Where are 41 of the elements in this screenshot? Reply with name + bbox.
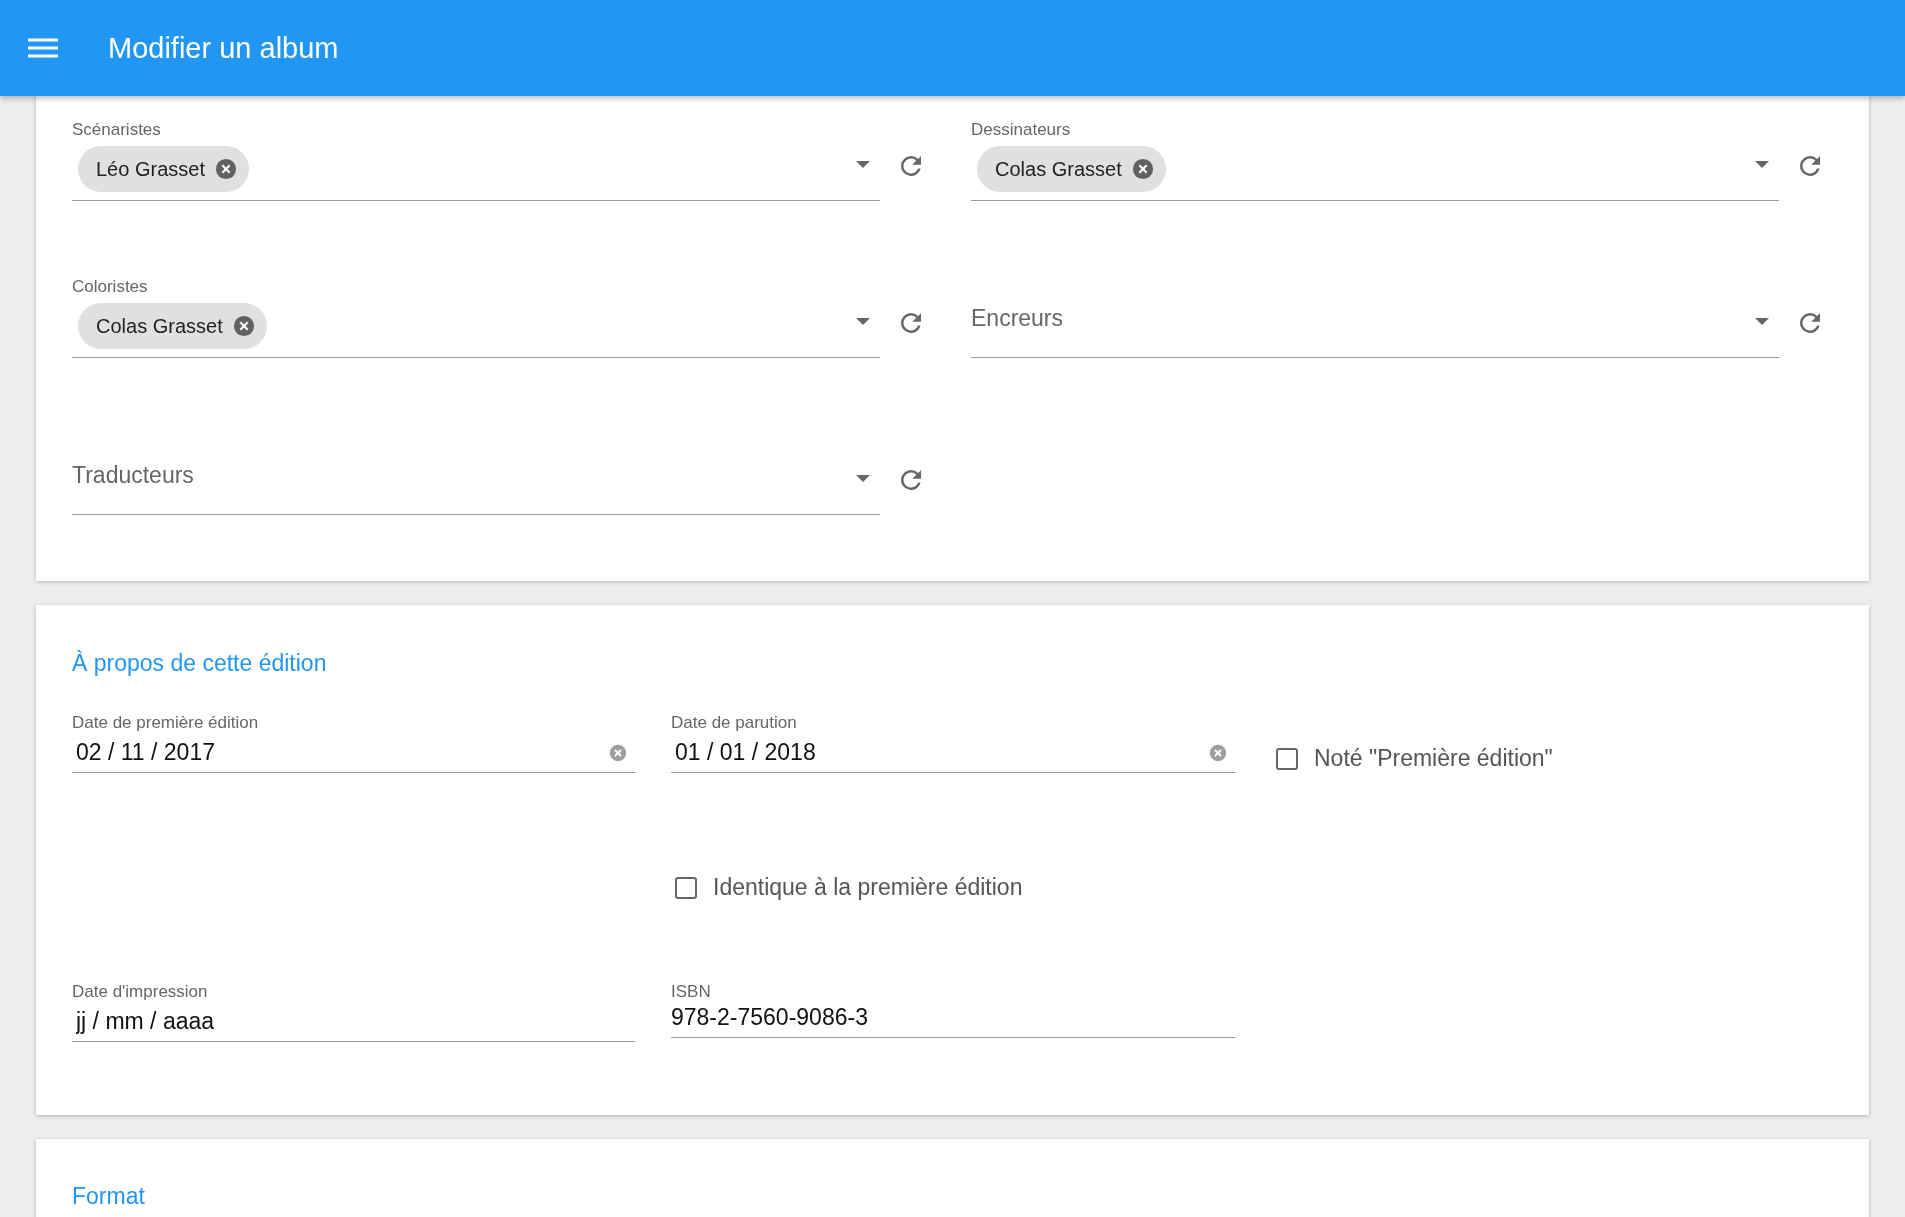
checkbox-icon[interactable] [675, 876, 697, 899]
dropdown-caret-icon[interactable] [856, 475, 870, 482]
field-label: ISBN [671, 982, 712, 1002]
chip[interactable]: Colas Grasset [977, 146, 1166, 192]
field-label: Date d'impression [72, 982, 209, 1002]
clear-icon[interactable] [609, 744, 627, 762]
field-label: Date de première édition [72, 713, 260, 733]
text-field[interactable]: 978-2-7560-9086-3 [671, 1002, 1183, 1035]
checkbox-icon[interactable] [1276, 747, 1298, 770]
select-field[interactable]: Traducteurs [72, 434, 880, 515]
field-label: Dessinateurs [971, 120, 1072, 140]
select-field[interactable]: Encreurs [971, 277, 1779, 358]
checkbox-label: Noté "Première édition" [1314, 745, 1553, 772]
remove-icon[interactable] [1131, 158, 1154, 180]
select-field[interactable]: Coloristes Colas Grasset [72, 277, 880, 358]
dropdown-caret-icon[interactable] [1755, 161, 1769, 168]
checkbox[interactable]: Identique à la première édition [675, 874, 1235, 901]
dropdown-caret-icon[interactable] [856, 318, 870, 325]
date-field[interactable]: 02 / 11 / 2017 [72, 733, 587, 770]
chip[interactable]: Colas Grasset [78, 303, 267, 349]
checkbox-label: Identique à la première édition [713, 874, 1023, 901]
field-label: Traducteurs [72, 461, 194, 490]
checkbox[interactable]: Noté "Première édition" [1276, 745, 1833, 772]
section-title: Format [72, 1182, 146, 1211]
date-field[interactable]: 01 / 01 / 2018 [671, 733, 1187, 770]
date-field[interactable]: jj / mm / aaaa [72, 1002, 587, 1039]
remove-icon[interactable] [232, 315, 255, 337]
dropdown-caret-icon[interactable] [1755, 318, 1769, 325]
remove-icon[interactable] [214, 158, 237, 180]
field-label: Scénaristes [72, 120, 162, 140]
clear-icon[interactable] [1209, 744, 1227, 762]
section-title: À propos de cette édition [72, 649, 328, 678]
field-label: Date de parution [671, 713, 798, 733]
app-title: Modifier un album [108, 31, 339, 65]
select-field[interactable]: Dessinateurs Colas Grasset [971, 120, 1779, 201]
dropdown-caret-icon[interactable] [856, 161, 870, 168]
chip[interactable]: Léo Grasset [78, 146, 249, 192]
menu-icon[interactable] [28, 36, 58, 60]
select-field[interactable]: Scénaristes Léo Grasset [72, 120, 880, 201]
field-label: Coloristes [72, 277, 149, 297]
field-label: Encreurs [971, 304, 1064, 333]
